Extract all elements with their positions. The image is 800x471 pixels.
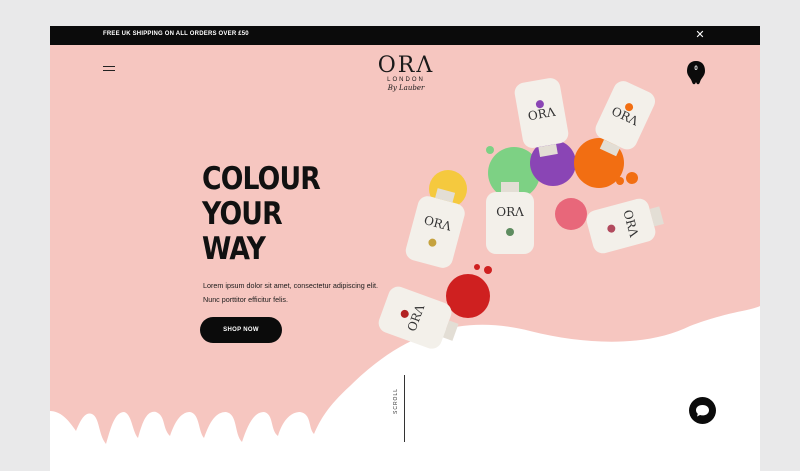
hero-headline: COLOUR YOUR WAY bbox=[202, 162, 340, 267]
site-logo[interactable]: ORΛ LONDON By Lauber bbox=[370, 55, 442, 99]
orange-drop-small bbox=[616, 177, 624, 185]
red-drop bbox=[484, 266, 492, 274]
logo-script: By Lauber bbox=[387, 84, 425, 92]
orange-drop bbox=[626, 172, 638, 184]
pink-spill bbox=[555, 198, 587, 230]
headline-line-2: YOUR bbox=[202, 196, 283, 232]
bag-icon-shape bbox=[687, 61, 705, 85]
hamburger-line-bottom bbox=[103, 70, 115, 71]
hero-body: Lorem ipsum dolor sit amet, consectetur … bbox=[203, 281, 378, 304]
hamburger-icon[interactable] bbox=[103, 66, 115, 74]
logo-mark: ORΛ bbox=[377, 53, 435, 78]
headline-line-3: WAY bbox=[202, 231, 266, 267]
chat-icon bbox=[696, 405, 709, 417]
shop-now-button[interactable]: SHOP NOW bbox=[200, 317, 282, 343]
close-icon[interactable]: ✕ bbox=[694, 29, 706, 41]
red-drop-small bbox=[474, 264, 480, 270]
svg-text:ORΛ: ORΛ bbox=[496, 205, 524, 219]
bag-icon[interactable]: 0 bbox=[686, 61, 706, 85]
announcement-bar: FREE UK SHIPPING ON ALL ORDERS OVER £50 … bbox=[50, 26, 760, 45]
cart-count: 0 bbox=[694, 66, 698, 72]
red-spill bbox=[446, 274, 490, 318]
scroll-label[interactable]: SCROLL bbox=[393, 386, 411, 414]
chat-button[interactable] bbox=[689, 397, 716, 424]
headline-line-1: COLOUR bbox=[202, 161, 321, 197]
green-drop bbox=[486, 146, 494, 154]
site-frame: ORΛ ORΛ ORΛ ORΛ ORΛ ORΛ FREE UK SHIPPING… bbox=[50, 26, 760, 471]
bottle-pink: ORΛ bbox=[586, 198, 664, 254]
announcement-text: FREE UK SHIPPING ON ALL ORDERS OVER £50 bbox=[103, 31, 249, 37]
bottle-green: ORΛ bbox=[486, 182, 534, 254]
hamburger-line-top bbox=[103, 66, 115, 67]
